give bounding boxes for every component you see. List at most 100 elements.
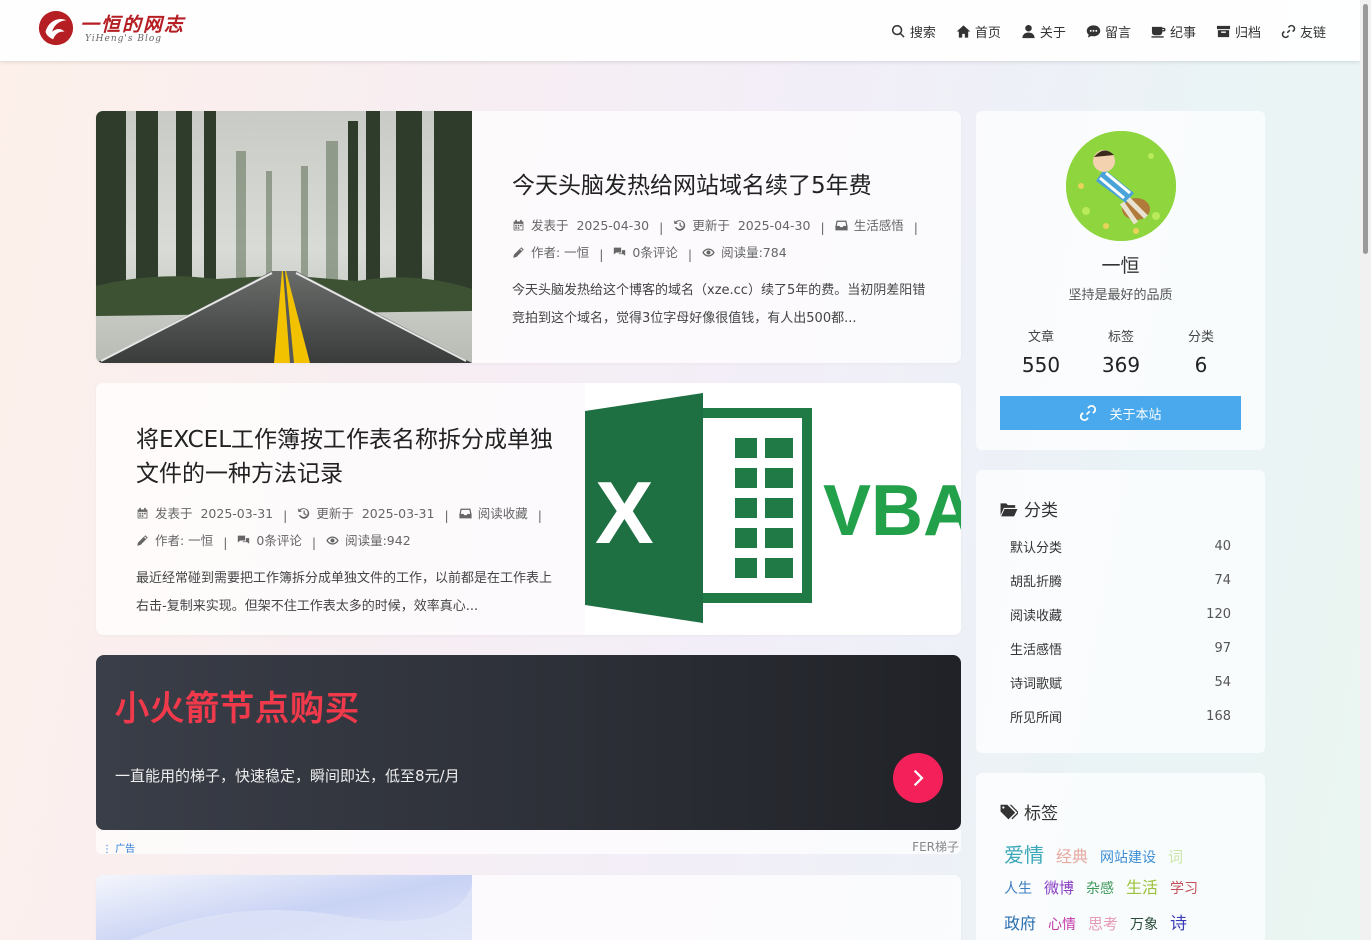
tag-link[interactable]: 生活 bbox=[1126, 874, 1158, 898]
nav-home[interactable]: 首页 bbox=[956, 20, 1001, 42]
main-nav: 搜索 首页 关于 留言 纪事 归档 友链 bbox=[871, 20, 1326, 42]
post-author: 作者: 一恒 bbox=[531, 245, 590, 260]
nav-label: 留言 bbox=[1104, 25, 1131, 41]
search-icon bbox=[891, 24, 905, 38]
tag-link[interactable]: 词 bbox=[1168, 846, 1183, 867]
categories-widget: 分类 默认分类 40 胡乱折腾 74 阅读收藏 120 生活感悟 97 诗词歌赋 54 所… bbox=[976, 470, 1265, 753]
post-thumbnail[interactable] bbox=[96, 875, 472, 940]
tag-link[interactable]: 政府 bbox=[1004, 910, 1036, 934]
nav-search[interactable]: 搜索 bbox=[891, 20, 936, 42]
author-motto: 坚持是最好的品质 bbox=[1068, 288, 1173, 303]
tag-link[interactable]: 网站建设 bbox=[1100, 847, 1156, 867]
tag-link[interactable]: 微博 bbox=[1044, 877, 1074, 898]
site-header: 一恒的网志 YiHeng's Blog 搜索 首页 关于 留言 纪事 归档 友链 bbox=[0, 0, 1360, 61]
nav-label: 首页 bbox=[974, 25, 1001, 41]
post-card: 今天头脑发热给网站域名续了5年费 发表于 2025-04-30 | 更新于 2025… bbox=[96, 111, 961, 363]
post-comments[interactable]: 0条评论 bbox=[256, 528, 301, 553]
category-count: 168 bbox=[1206, 708, 1231, 724]
category-item[interactable]: 默认分类 40 bbox=[1010, 529, 1231, 563]
stat-categories[interactable]: 分类 6 bbox=[1161, 326, 1241, 377]
category-list: 默认分类 40 胡乱折腾 74 阅读收藏 120 生活感悟 97 诗词歌赋 54 所见所闻… bbox=[1010, 529, 1231, 733]
category-item[interactable]: 诗词歌赋 54 bbox=[1010, 665, 1231, 699]
nav-chronicle[interactable]: 纪事 bbox=[1151, 20, 1196, 42]
published-date: 2025-04-30 bbox=[576, 218, 650, 233]
tags-heading: 标签 bbox=[1000, 799, 1058, 824]
stat-label: 文章 bbox=[1027, 330, 1054, 345]
site-logo[interactable]: 一恒的网志 YiHeng's Blog bbox=[37, 7, 187, 49]
nav-archive[interactable]: 归档 bbox=[1216, 20, 1261, 42]
nav-friend-links[interactable]: 友链 bbox=[1281, 20, 1326, 42]
post-title[interactable]: 今天头脑发热给网站域名续了5年费 bbox=[512, 169, 932, 203]
tag-link[interactable]: 学习 bbox=[1170, 878, 1198, 898]
history-icon bbox=[298, 508, 310, 519]
nav-guestbook[interactable]: 留言 bbox=[1086, 20, 1131, 42]
nav-label: 友链 bbox=[1299, 25, 1326, 41]
published-label: 发表于 bbox=[531, 218, 569, 233]
tag-cloud: 爱情 经典 网站建设 词 人生 微博 杂感 生活 学习 政府 心情 思考 万象 … bbox=[1004, 839, 1244, 940]
excel-x-letter: X bbox=[595, 463, 654, 562]
comments-icon bbox=[238, 535, 250, 544]
category-item[interactable]: 胡乱折腾 74 bbox=[1010, 563, 1231, 597]
category-name: 阅读收藏 bbox=[1010, 608, 1063, 624]
post-category[interactable]: 生活感悟 bbox=[854, 213, 904, 238]
post-title[interactable]: 将EXCEL工作簿按工作表名称拆分成单独文件的一种方法记录 bbox=[136, 423, 556, 491]
stat-tags[interactable]: 标签 369 bbox=[1081, 326, 1161, 377]
tags-widget: 标签 爱情 经典 网站建设 词 人生 微博 杂感 生活 学习 政府 心情 思考 … bbox=[976, 773, 1265, 940]
tag-link[interactable]: 心情 bbox=[1048, 914, 1076, 934]
tag-link[interactable]: 人生 bbox=[1004, 878, 1032, 898]
avatar[interactable] bbox=[1066, 131, 1176, 241]
nav-label: 关于 bbox=[1039, 25, 1066, 41]
calendar-icon bbox=[137, 507, 148, 519]
ad-banner[interactable]: 小火箭节点购买 一直能用的梯子，快速稳定，瞬间即达，低至8元/月 bbox=[96, 655, 961, 830]
category-count: 40 bbox=[1214, 538, 1231, 554]
scrollbar-thumb[interactable] bbox=[1363, 4, 1368, 254]
post-body: 今天头脑发热给网站域名续了5年费 发表于 2025-04-30 | 更新于 2025… bbox=[512, 169, 932, 333]
post-comments[interactable]: 0条评论 bbox=[632, 240, 677, 265]
stat-posts[interactable]: 文章 550 bbox=[1001, 326, 1081, 377]
category-name: 所见所闻 bbox=[1010, 710, 1063, 726]
about-site-button[interactable]: 关于本站 bbox=[1000, 396, 1241, 430]
updated-label: 更新于 bbox=[316, 506, 354, 521]
comment-icon bbox=[1086, 24, 1101, 38]
published-date: 2025-03-31 bbox=[200, 506, 274, 521]
tag-link[interactable]: 万象 bbox=[1130, 914, 1158, 934]
ad-source[interactable]: FER梯子 bbox=[912, 838, 959, 855]
comments-icon bbox=[614, 247, 626, 256]
post-views: 阅读量:784 bbox=[721, 245, 787, 260]
link-icon bbox=[1281, 24, 1296, 38]
coffee-icon bbox=[1151, 26, 1166, 38]
chevron-right-icon bbox=[913, 769, 924, 787]
forest-road-image bbox=[96, 111, 472, 363]
pencil-icon bbox=[513, 247, 524, 258]
inbox-icon bbox=[835, 220, 848, 231]
ad-title[interactable]: 小火箭节点购买 bbox=[115, 681, 360, 730]
category-item[interactable]: 阅读收藏 120 bbox=[1010, 597, 1231, 631]
tag-link[interactable]: 经典 bbox=[1056, 843, 1088, 867]
post-category[interactable]: 阅读收藏 bbox=[478, 501, 528, 526]
stat-value: 550 bbox=[1021, 353, 1061, 377]
tag-link[interactable]: 杂感 bbox=[1086, 878, 1114, 898]
post-thumbnail[interactable]: X VBA bbox=[585, 383, 961, 635]
tag-link[interactable]: 诗 bbox=[1170, 909, 1187, 934]
page-scrollbar[interactable] bbox=[1360, 0, 1371, 940]
category-count: 120 bbox=[1206, 606, 1231, 622]
post-author: 作者: 一恒 bbox=[155, 533, 214, 548]
category-name: 胡乱折腾 bbox=[1010, 574, 1063, 590]
stat-label: 标签 bbox=[1107, 330, 1134, 345]
archive-icon bbox=[1216, 25, 1231, 37]
stat-value: 6 bbox=[1194, 353, 1208, 377]
published-label: 发表于 bbox=[155, 506, 193, 521]
post-thumbnail[interactable] bbox=[96, 111, 472, 363]
category-item[interactable]: 所见所闻 168 bbox=[1010, 699, 1231, 733]
category-name: 默认分类 bbox=[1010, 540, 1063, 556]
category-item[interactable]: 生活感悟 97 bbox=[1010, 631, 1231, 665]
site-subtitle: YiHeng's Blog bbox=[85, 34, 163, 44]
ad-description: 一直能用的梯子，快速稳定，瞬间即达，低至8元/月 bbox=[115, 767, 460, 785]
ad-go-button[interactable] bbox=[893, 753, 943, 803]
nav-label: 归档 bbox=[1234, 25, 1261, 41]
tag-link[interactable]: 爱情 bbox=[1004, 839, 1044, 868]
ad-footer: ⋮ 广告 FER梯子 bbox=[96, 830, 961, 855]
tag-link[interactable]: 思考 bbox=[1088, 913, 1118, 934]
nav-about[interactable]: 关于 bbox=[1021, 20, 1066, 42]
updated-date: 2025-04-30 bbox=[737, 218, 811, 233]
